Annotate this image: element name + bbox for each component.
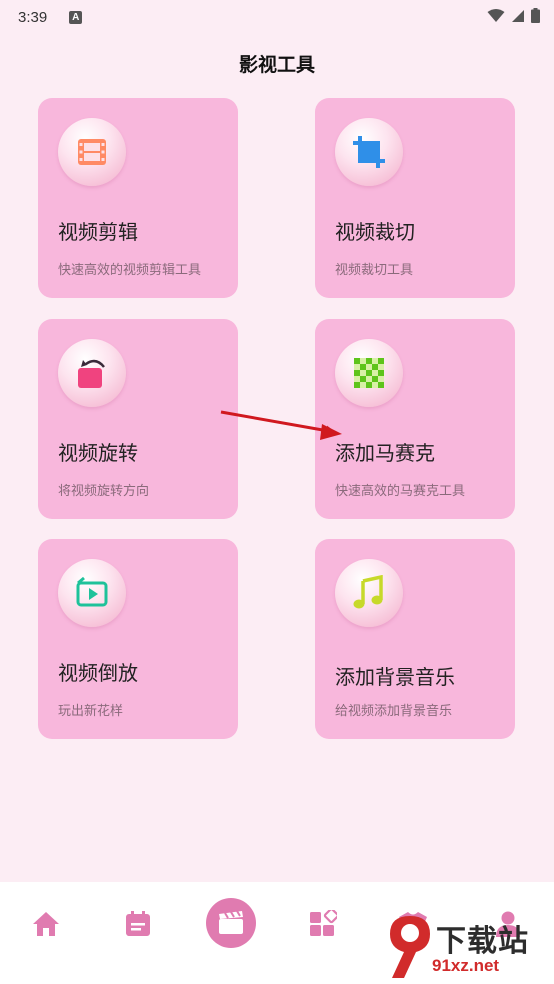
icon-bubble (58, 118, 126, 186)
tool-card-video-rotate[interactable]: 视频旋转 将视频旋转方向 (38, 319, 238, 519)
wifi-icon (487, 8, 505, 22)
icon-bubble (58, 339, 126, 407)
tool-card-video-edit[interactable]: 视频剪辑 快速高效的视频剪辑工具 (38, 98, 238, 298)
tool-subtitle: 快速高效的马赛克工具 (335, 484, 466, 499)
nav-home[interactable] (30, 908, 62, 940)
icon-bubble (335, 559, 403, 627)
tool-title: 视频旋转 (58, 441, 138, 465)
icon-bubble (335, 118, 403, 186)
crop-icon (353, 136, 385, 168)
tool-subtitle: 快速高效的视频剪辑工具 (58, 263, 202, 278)
tool-subtitle: 视频裁切工具 (335, 263, 414, 278)
status-icons (487, 8, 540, 23)
reverse-play-icon (76, 576, 108, 607)
tool-subtitle: 玩出新花样 (58, 704, 124, 719)
notification-badge-icon: A (69, 10, 83, 24)
watermark-logo-icon (390, 916, 430, 978)
icon-bubble (335, 339, 403, 407)
tool-title: 添加马赛克 (335, 441, 435, 465)
page-title: 影视工具 (238, 54, 315, 76)
clapperboard-icon (219, 911, 243, 934)
mosaic-icon (354, 358, 384, 388)
tool-subtitle: 将视频旋转方向 (58, 484, 150, 499)
tool-title: 视频裁切 (335, 220, 415, 244)
icon-bubble (58, 559, 126, 627)
status-bar: 3:39 A (0, 0, 554, 34)
film-strip-icon (78, 139, 106, 165)
tool-card-add-mosaic[interactable]: 添加马赛克 快速高效的马赛克工具 (315, 319, 515, 519)
tool-card-add-music[interactable]: 添加背景音乐 给视频添加背景音乐 (315, 539, 515, 739)
tool-title: 视频剪辑 (58, 220, 138, 244)
home-icon (33, 912, 59, 936)
rotate-icon (78, 359, 105, 388)
battery-icon (531, 8, 540, 23)
watermark: 下载站 91xz.net (384, 912, 554, 984)
music-note-icon (353, 575, 383, 609)
signal-icon (512, 9, 524, 22)
tool-subtitle: 给视频添加背景音乐 (335, 704, 453, 719)
tool-card-video-crop[interactable]: 视频裁切 视频裁切工具 (315, 98, 515, 298)
calendar-icon (126, 911, 150, 936)
nav-calendar[interactable] (122, 908, 154, 940)
status-time: 3:39 (18, 8, 48, 26)
tool-title: 添加背景音乐 (335, 665, 455, 689)
apps-grid-icon (310, 910, 337, 936)
watermark-brand: 下载站 (436, 924, 529, 959)
nav-apps[interactable] (307, 908, 339, 940)
nav-tools-active[interactable] (206, 898, 256, 948)
tool-card-video-reverse[interactable]: 视频倒放 玩出新花样 (38, 539, 238, 739)
tool-title: 视频倒放 (58, 661, 138, 685)
watermark-url: 91xz.net (432, 956, 500, 975)
